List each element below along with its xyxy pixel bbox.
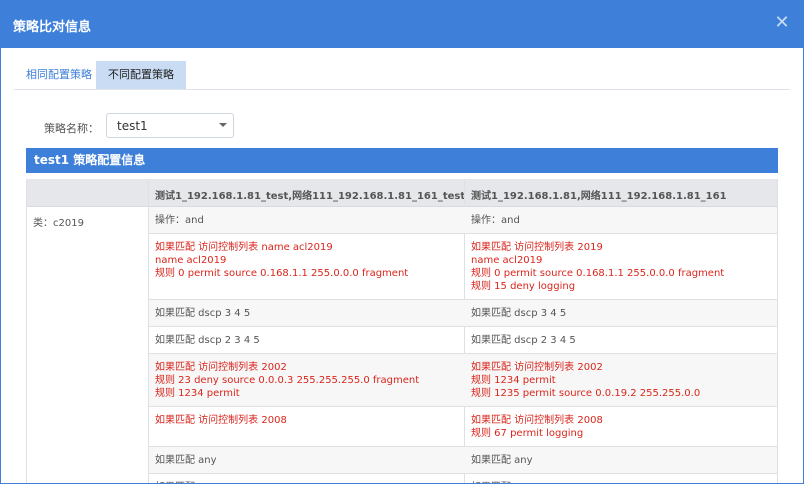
tab-same-config[interactable]: 相同配置策略 xyxy=(14,61,104,89)
right-cell: 如果匹配 访问控制列表 2002 规则 1234 permit 规则 1235 pe… xyxy=(471,361,700,400)
cell-line: 操作：and xyxy=(155,215,204,226)
right-cell: 如果匹配 访问控制列表 2019 name acl2019 规则 0 permit … xyxy=(471,241,724,293)
cell-line: 操作：and xyxy=(471,215,520,226)
table-row: 如果匹配 dscp 2 3 4 5 如果匹配 dscp 2 3 4 5 xyxy=(149,327,777,354)
left-cell: 如果匹配 any xyxy=(155,454,217,467)
cell-line: 规则 23 deny source 0.0.0.3 255.255.255.0 … xyxy=(155,375,420,386)
left-cell: 如果匹配 访问控制列表 2002 规则 23 deny source 0.0.0.… xyxy=(155,361,419,400)
policy-name-value: test1 xyxy=(117,119,148,133)
left-cell: 如果匹配 dscp 3 4 5 xyxy=(155,307,250,320)
chevron-down-icon xyxy=(219,123,227,127)
section-title: test1 策略配置信息 xyxy=(26,148,778,173)
tab-different-config[interactable]: 不同配置策略 xyxy=(96,61,186,89)
cell-line: 规则 15 deny logging xyxy=(471,281,576,292)
compare-table: 测试1_192.168.1.81_test,网络111_192.168.1.81… xyxy=(26,179,778,483)
cell-line: 如果匹配 访问控制列表 2002 xyxy=(155,362,287,373)
left-cell: 如果匹配 dscp 2 3 4 5 xyxy=(155,334,260,347)
left-cell: 操作：and xyxy=(155,214,204,227)
dialog-title: 策略比对信息 xyxy=(13,20,92,35)
cell-line: 规则 1235 permit source 0.0.19.2 255.255.0… xyxy=(471,388,701,399)
left-cell: 如果匹配 访问控制列表 name acl2019 name acl2019 规则 0… xyxy=(155,241,408,280)
table-row: 如果匹配 访问控制列表 2002 规则 23 deny source 0.0.0.… xyxy=(149,354,777,407)
cell-line: 如果匹配 dscp 3 4 5 xyxy=(471,308,567,319)
cell-line: 如果匹配 dscp 2 3 4 5 xyxy=(471,335,576,346)
policy-compare-dialog: 策略比对信息 ✕ 相同配置策略 不同配置策略 策略名称： test1 test1… xyxy=(0,0,804,484)
cell-line: 如果匹配 any xyxy=(471,455,533,466)
tab-bar: 相同配置策略 不同配置策略 xyxy=(14,61,790,90)
column-header-left: 测试1_192.168.1.81_test,网络111_192.168.1.81… xyxy=(155,191,466,202)
table-row: 如果匹配 访问控制列表 name acl2019 name acl2019 规则 0… xyxy=(149,234,777,300)
table-row: 如果匹配 any 如果匹配 any xyxy=(149,447,777,474)
right-cell: 如果匹配 访问控制列表 2008 规则 67 permit logging xyxy=(471,414,603,440)
right-cell: 操作：and xyxy=(471,214,520,227)
table-row: 操作：and 操作：and xyxy=(149,207,777,234)
column-header-right: 测试1_192.168.1.81,网络111_192.168.1.81_161 xyxy=(471,191,727,202)
dialog-titlebar: 策略比对信息 ✕ xyxy=(1,1,803,48)
cell-line: 规则 0 permit source 0.168.1.1 255.0.0.0 f… xyxy=(155,268,409,279)
table-row: 如果匹配 访问控制列表 2008 如果匹配 访问控制列表 2008 规则 67 pe… xyxy=(149,407,777,447)
category-label: 类：c2019 xyxy=(33,218,84,229)
right-cell: 如果匹配 dscp 3 4 5 xyxy=(471,307,566,320)
cell-line: name acl2019 xyxy=(471,255,543,266)
cell-line: 如果匹配 any xyxy=(155,455,217,466)
cell-line: 如果匹配 dscp 2 3 4 5 xyxy=(155,335,260,346)
cell-line: 规则 1234 permit xyxy=(471,375,556,386)
cell-line: 规则 0 permit source 0.168.1.1 255.0.0.0 f… xyxy=(471,268,725,279)
cell-line: 规则 1234 permit xyxy=(155,388,240,399)
cell-line: 如果匹配 访问控制列表 2002 xyxy=(471,362,603,373)
policy-name-select[interactable]: test1 xyxy=(106,113,234,138)
table-row: 如果匹配 source-mac 2244-4422-2222如果匹配 sourc… xyxy=(149,474,777,483)
close-icon[interactable]: ✕ xyxy=(771,12,793,34)
right-cell: 如果匹配 dscp 2 3 4 5 xyxy=(471,334,576,347)
cell-line: 如果匹配 访问控制列表 2008 xyxy=(471,415,603,426)
cell-line: name acl2019 xyxy=(155,255,227,266)
table-row: 如果匹配 dscp 3 4 5 如果匹配 dscp 3 4 5 xyxy=(149,300,777,327)
cell-line: 规则 67 permit logging xyxy=(471,428,584,439)
cell-line: 如果匹配 访问控制列表 2019 xyxy=(471,242,603,253)
cell-line: 如果匹配 访问控制列表 2008 xyxy=(155,415,287,426)
left-cell: 如果匹配 访问控制列表 2008 xyxy=(155,414,287,427)
cell-line: 如果匹配 dscp 3 4 5 xyxy=(155,308,251,319)
table-header: 测试1_192.168.1.81_test,网络111_192.168.1.81… xyxy=(27,179,777,207)
policy-name-label: 策略名称： xyxy=(44,122,99,135)
cell-line: 如果匹配 访问控制列表 name acl2019 xyxy=(155,242,333,253)
right-cell: 如果匹配 any xyxy=(471,454,533,467)
